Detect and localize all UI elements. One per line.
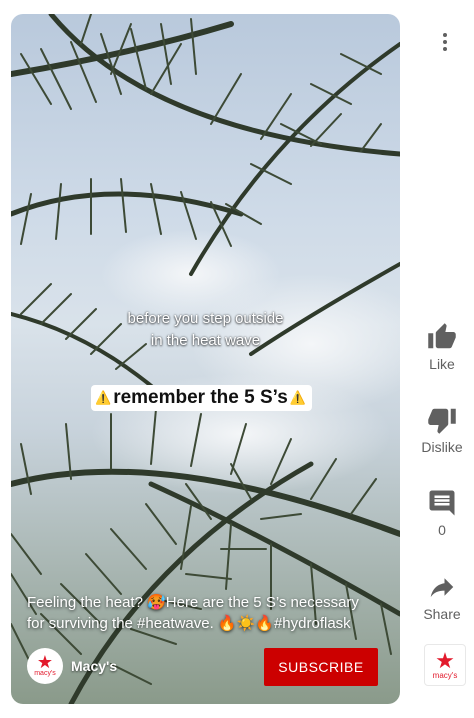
share-label: Share [423,606,461,622]
channel-name[interactable]: Macy's [71,658,117,674]
dislike-label: Dislike [421,439,463,455]
video-player[interactable]: before you step outside in the heat wave… [11,14,400,704]
brand-tile-text: macy's [432,670,458,680]
channel-bar: ★ macy's Macy's SUBSCRIBE [27,648,387,686]
channel-avatar[interactable]: ★ macy's [27,648,63,684]
comments-button[interactable]: 0 [410,488,474,538]
comment-icon [429,490,455,516]
warning-icon: ⚠️ [289,390,306,405]
highlight-caption: ⚠️ remember the 5 S’s ⚠️ [91,385,312,411]
video-description[interactable]: Feeling the heat? 🥵Here are the 5 S’s ne… [27,592,387,634]
like-label: Like [429,356,455,372]
share-button[interactable]: Share [410,572,474,622]
avatar-logo-text: macy's [34,670,56,677]
caption-line-1: before you step outside [127,310,284,327]
more-options-button[interactable] [436,30,454,54]
highlight-text: remember the 5 S’s [113,387,288,408]
description-line-2: for surviving the #heatwave. 🔥☀️🔥#hydrof… [27,615,351,632]
thumbs-up-icon [428,323,456,349]
macys-star-icon: ★ [435,647,455,673]
macys-star-icon: ★ [36,652,54,672]
brand-tile[interactable]: ★ macy's [424,644,466,686]
share-icon [430,578,454,597]
like-button[interactable]: Like [410,322,474,372]
thumbs-down-icon [428,408,456,434]
more-vertical-icon [443,33,447,51]
description-line-1: Feeling the heat? 🥵Here are the 5 S’s ne… [27,594,359,611]
subscribe-button[interactable]: SUBSCRIBE [264,648,378,686]
warning-icon: ⚠️ [95,390,112,405]
dislike-button[interactable]: Dislike [410,405,474,455]
comment-count: 0 [438,522,446,538]
caption-line-2: in the heat wave [150,332,261,349]
